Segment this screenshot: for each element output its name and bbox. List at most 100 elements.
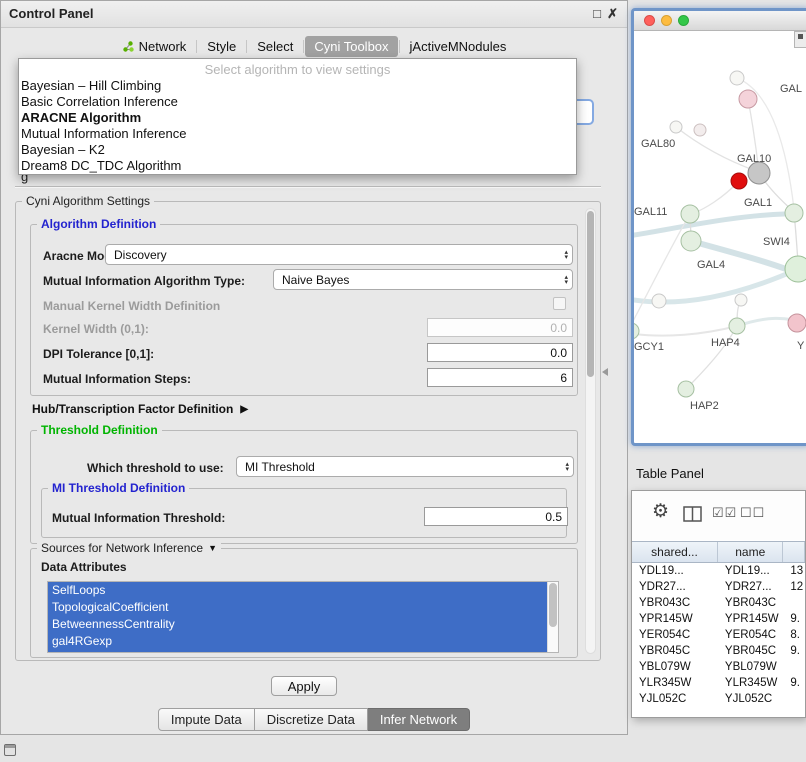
close-window-button[interactable] — [644, 15, 655, 26]
attribute-item-selfloops[interactable]: SelfLoops — [48, 582, 549, 599]
table-row[interactable]: YER054CYER054C8. — [632, 627, 805, 643]
network-node[interactable] — [652, 294, 666, 308]
control-panel-titlebar[interactable]: Control Panel □ ✗ — [1, 1, 627, 28]
float-window-button[interactable]: □ — [593, 1, 601, 27]
algorithm-dropdown-list: Bayesian – Hill ClimbingBasic Correlatio… — [19, 78, 576, 174]
network-node[interactable] — [788, 314, 806, 332]
tab-separator — [246, 40, 247, 53]
threshold-definition-group: Threshold Definition Which threshold to … — [30, 430, 578, 544]
network-window-titlebar[interactable] — [634, 11, 806, 31]
tab-jactivemnodules[interactable]: jActiveMNodules — [401, 36, 516, 57]
table-cell: YJL052C — [718, 691, 783, 707]
combo-arrows-icon: ▴▾ — [565, 462, 569, 472]
sources-list[interactable]: SelfLoopsTopologicalCoefficientBetweenne… — [47, 581, 559, 653]
sources-title-text: Sources for Network Inference — [41, 541, 203, 555]
algorithm-option-mutual-information-inference[interactable]: Mutual Information Inference — [19, 126, 576, 142]
table-row[interactable]: YBR043CYBR043C — [632, 595, 805, 611]
minimized-window-icon[interactable] — [4, 744, 16, 756]
tab-style[interactable]: Style — [198, 36, 245, 57]
algorithm-option-aracne-algorithm[interactable]: ARACNE Algorithm — [19, 110, 576, 126]
attribute-item-partial[interactable] — [48, 650, 549, 653]
select-all-icon[interactable]: ☑☑ — [712, 505, 737, 521]
table-panel-window: ⚙ ☑☑ ☐☐ shared...name YDL19...YDL19...13… — [631, 490, 806, 718]
columns-icon[interactable] — [683, 506, 702, 522]
bottom-tab-infer-network[interactable]: Infer Network — [368, 708, 470, 731]
network-node[interactable] — [681, 205, 699, 223]
network-node[interactable] — [739, 90, 757, 108]
table-cell: YPR145W — [632, 611, 718, 627]
network-node[interactable] — [670, 121, 682, 133]
mi-steps-field[interactable]: 6 — [427, 368, 573, 387]
algorithm-option-bayesian-hill-climbing[interactable]: Bayesian – Hill Climbing — [19, 78, 576, 94]
algorithm-option-dream8-dc-tdc-algorithm[interactable]: Dream8 DC_TDC Algorithm — [19, 158, 576, 174]
gear-icon[interactable]: ⚙ — [652, 500, 669, 523]
network-node[interactable] — [730, 71, 744, 85]
algorithm-option-bayesian-k2[interactable]: Bayesian – K2 — [19, 142, 576, 158]
bottom-tab-discretize-data[interactable]: Discretize Data — [255, 708, 368, 731]
table-row[interactable]: YBR045CYBR045C9. — [632, 643, 805, 659]
node-label: HAP2 — [690, 400, 719, 412]
scrollbar-thumb[interactable] — [587, 211, 594, 377]
network-node[interactable] — [678, 381, 694, 397]
mi-threshold-field[interactable]: 0.5 — [424, 507, 568, 526]
node-label: GAL80 — [641, 138, 675, 150]
deselect-all-icon[interactable]: ☐☐ — [740, 505, 765, 521]
network-node[interactable] — [729, 318, 745, 334]
table-row[interactable]: YPR145WYPR145W9. — [632, 611, 805, 627]
network-node[interactable] — [785, 256, 806, 282]
network-node[interactable] — [634, 323, 639, 339]
attribute-item-betweennesscentrality[interactable]: BetweennessCentrality — [48, 616, 549, 633]
column-header-2[interactable] — [783, 542, 805, 562]
scroll-corner-dot — [798, 34, 803, 39]
network-node[interactable] — [748, 162, 770, 184]
table-cell: YBR045C — [632, 643, 718, 659]
table-row[interactable]: YDR27...YDR27...12 — [632, 579, 805, 595]
scrollbar-thumb[interactable] — [549, 583, 557, 627]
network-node[interactable] — [785, 204, 803, 222]
manual-kernel-checkbox[interactable] — [553, 297, 566, 310]
tab-network[interactable]: Network — [113, 36, 196, 57]
dpi-tolerance-field[interactable]: 0.0 — [427, 343, 573, 362]
bottom-tab-impute-data[interactable]: Impute Data — [158, 708, 255, 731]
which-threshold-select[interactable]: MI Threshold ▴▾ — [236, 456, 574, 477]
network-node[interactable] — [681, 231, 701, 251]
algorithm-definition-group: Algorithm Definition Aracne Mode: Discov… — [30, 224, 578, 396]
settings-scrollbar[interactable] — [585, 208, 596, 654]
table-cell: 12 — [783, 579, 805, 595]
minimize-window-button[interactable] — [661, 15, 672, 26]
column-header-name[interactable]: name — [718, 542, 783, 562]
kernel-width-field[interactable]: 0.0 — [427, 318, 573, 337]
aracne-mode-select[interactable]: Discovery ▴▾ — [105, 244, 573, 265]
network-graph[interactable]: GAL80GAL10GAL11GAL1SWI4GAL4GCY1HAP4HAP2G… — [634, 31, 806, 443]
splitter-handle[interactable] — [602, 368, 608, 376]
apply-button[interactable]: Apply — [271, 676, 337, 696]
network-node[interactable] — [694, 124, 706, 136]
tab-select[interactable]: Select — [248, 36, 302, 57]
zoom-window-button[interactable] — [678, 15, 689, 26]
table-row[interactable]: YDL19...YDL19...13 — [632, 563, 805, 579]
table-row[interactable]: YBL079WYBL079W — [632, 659, 805, 675]
sources-title[interactable]: Sources for Network Inference ▼ — [37, 541, 221, 555]
table-cell: YDR27... — [718, 579, 783, 595]
column-header-shared[interactable]: shared... — [632, 542, 718, 562]
network-scroll-corner[interactable] — [794, 31, 806, 48]
node-label: HAP4 — [711, 337, 740, 349]
table-row[interactable]: YJL052CYJL052C — [632, 691, 805, 707]
sources-list-scrollbar[interactable] — [547, 582, 558, 652]
manual-kernel-label: Manual Kernel Width Definition — [43, 299, 220, 313]
table-row[interactable]: YLR345WYLR345W9. — [632, 675, 805, 691]
network-node[interactable] — [731, 173, 747, 189]
hub-definition-expander[interactable]: Hub/Transcription Factor Definition ▶ — [32, 402, 248, 416]
close-panel-button[interactable]: ✗ — [607, 1, 618, 27]
node-label: GAL11 — [634, 206, 667, 218]
network-node[interactable] — [735, 294, 747, 306]
mi-type-select[interactable]: Naive Bayes ▴▾ — [273, 269, 573, 290]
mi-threshold-title: MI Threshold Definition — [48, 481, 189, 495]
attribute-item-topologicalcoefficient[interactable]: TopologicalCoefficient — [48, 599, 549, 616]
combo-arrows-icon: ▴▾ — [564, 275, 568, 285]
tab-cyni-toolbox[interactable]: Cyni Toolbox — [305, 36, 397, 57]
attribute-item-gal4rgexp[interactable]: gal4RGexp — [48, 633, 549, 650]
algorithm-option-basic-correlation-inference[interactable]: Basic Correlation Inference — [19, 94, 576, 110]
aracne-mode-value: Discovery — [114, 248, 560, 262]
minimized-window-titlebar — [5, 745, 15, 748]
